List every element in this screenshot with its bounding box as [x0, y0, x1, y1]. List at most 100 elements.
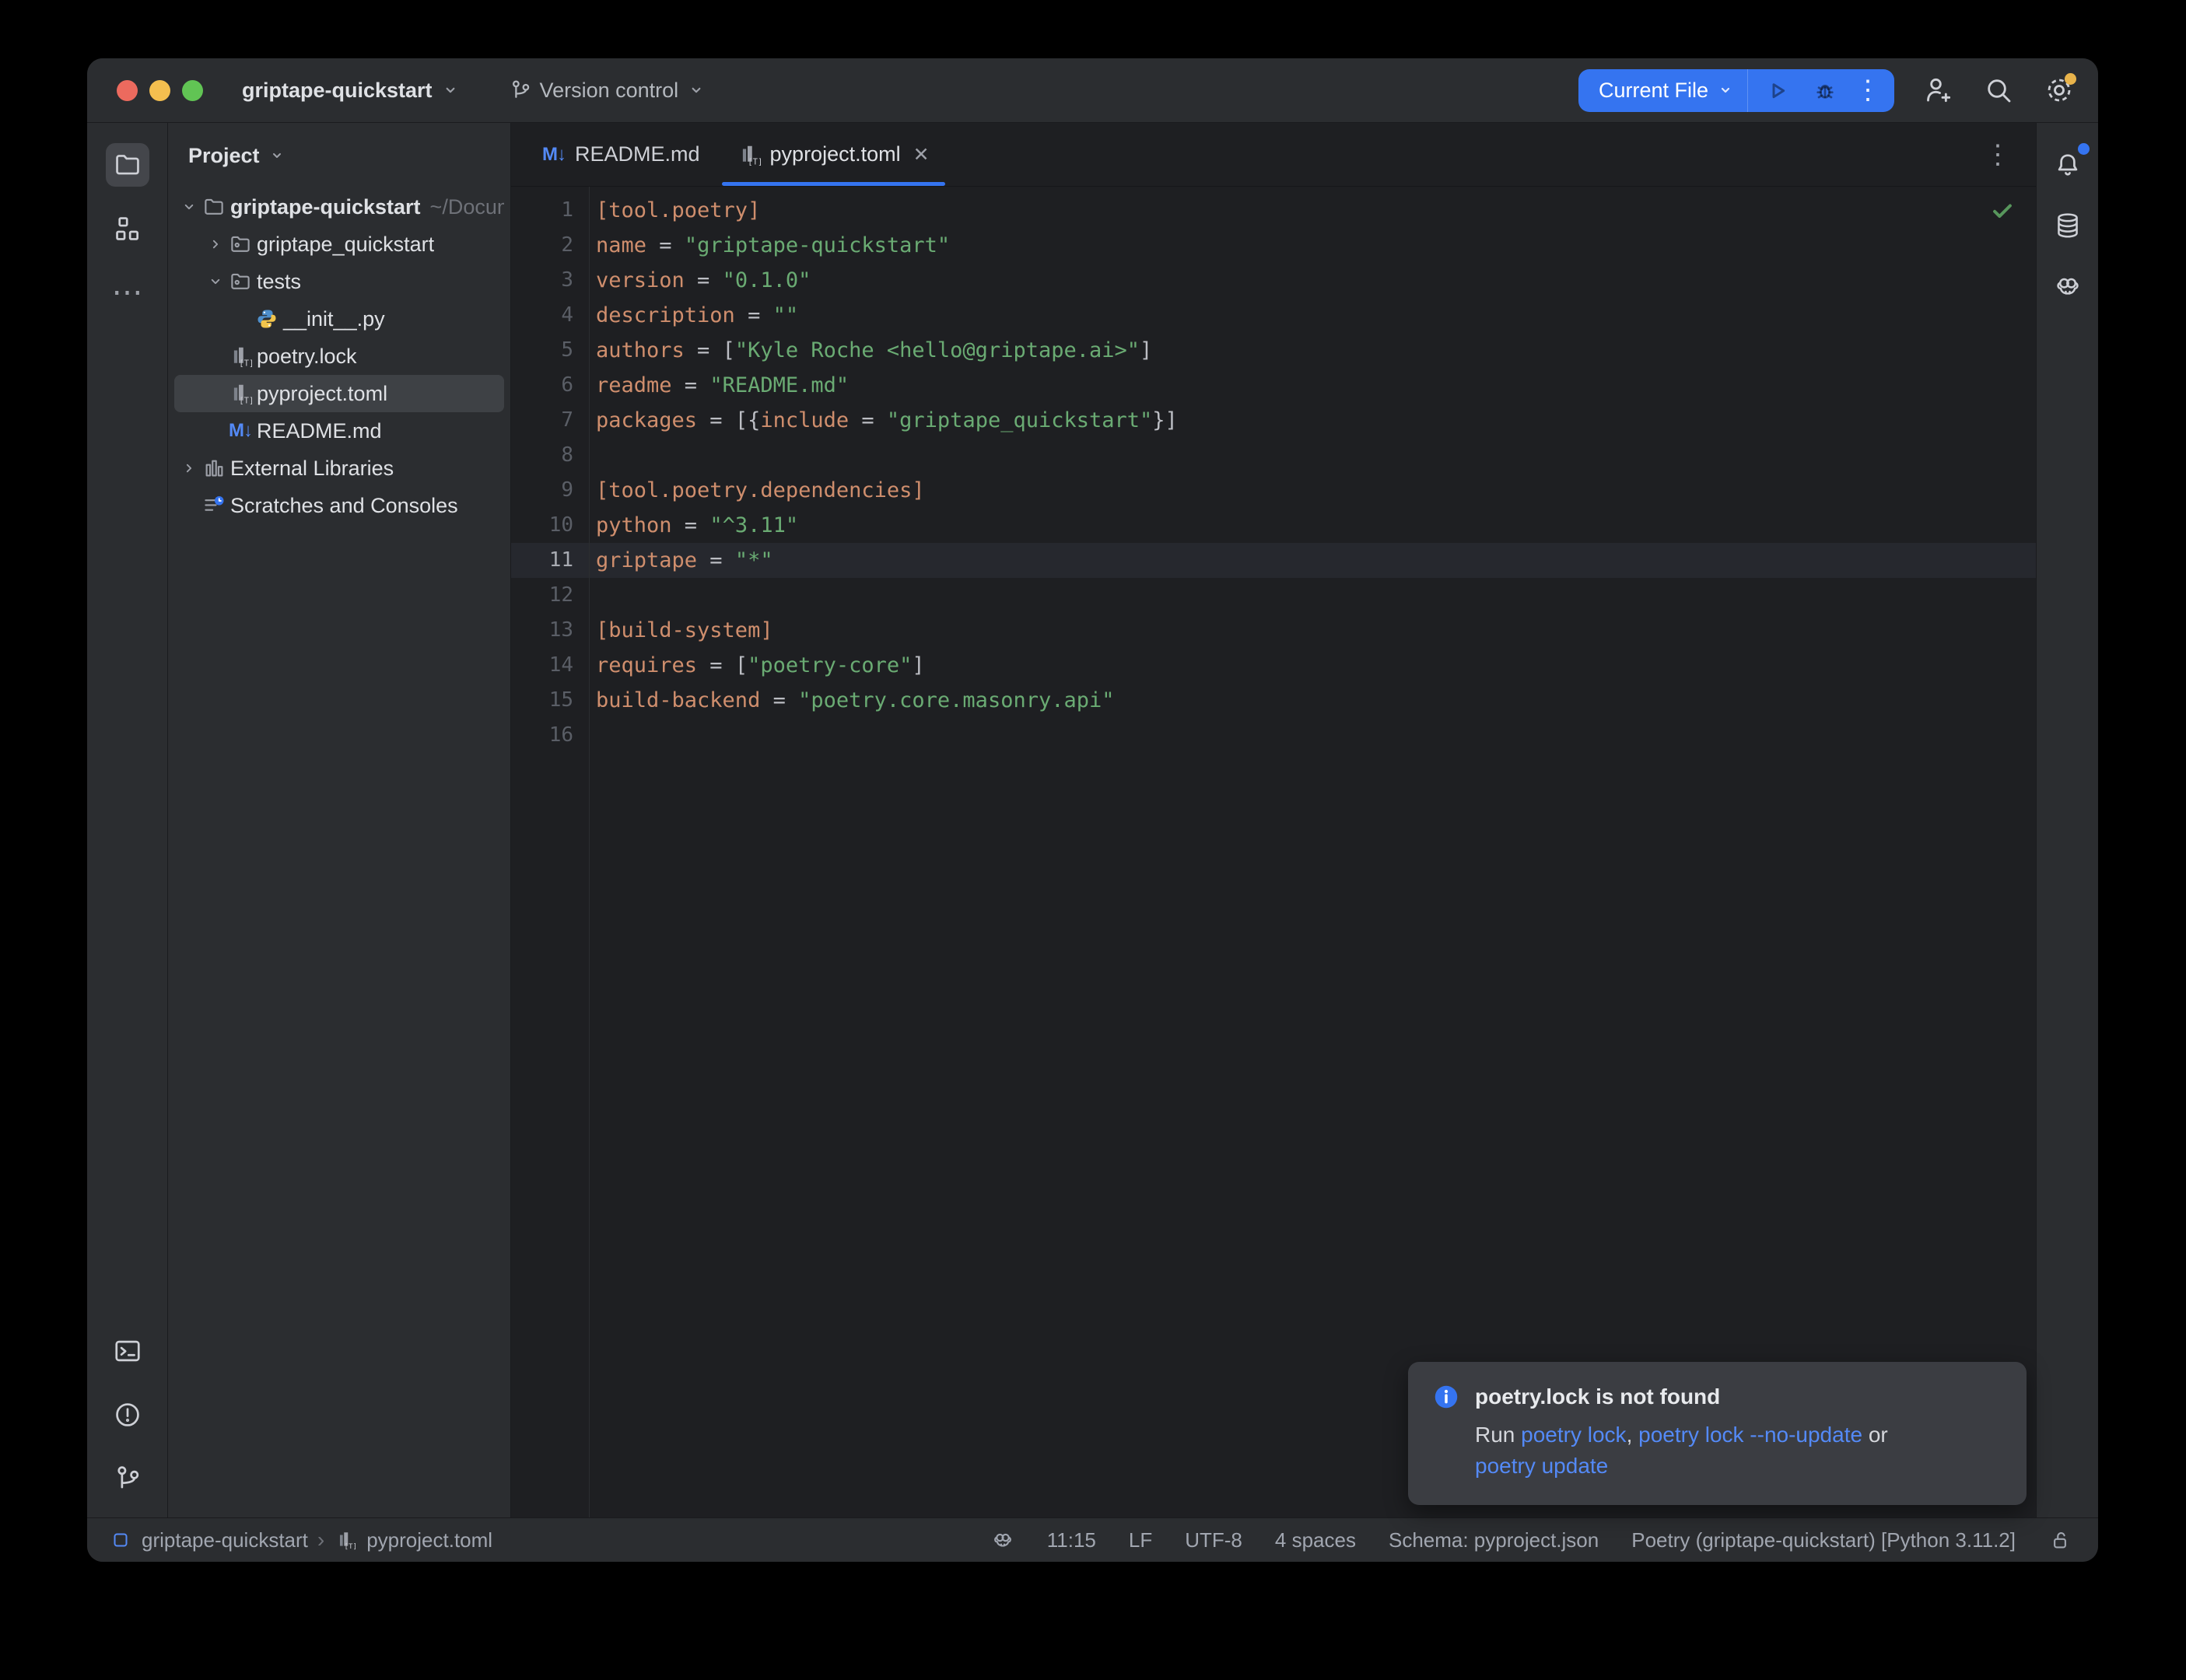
tree-item-init-py[interactable]: __init__.py	[174, 300, 504, 338]
structure-tool-button[interactable]	[106, 207, 149, 250]
breadcrumb-project[interactable]: griptape-quickstart	[142, 1528, 308, 1552]
tree-item-pyproject-toml[interactable]: [T] pyproject.toml	[174, 375, 504, 412]
svg-text:[T]: [T]	[239, 396, 252, 406]
editor-options-kebab-icon[interactable]: ⋮	[1960, 139, 2036, 170]
tree-item-readme-md[interactable]: M↓ README.md	[174, 412, 504, 450]
database-tool-icon[interactable]	[2049, 207, 2086, 244]
chevron-right-icon: ›	[317, 1528, 324, 1552]
code-line-9[interactable]: [tool.poetry.dependencies]	[596, 473, 2036, 508]
editor-area: M↓ README.md [T] pyproject.toml ✕ ⋮ 1234…	[511, 123, 2036, 1517]
chevron-down-icon[interactable]	[177, 195, 201, 219]
more-tool-windows-button[interactable]: ⋯	[106, 271, 149, 314]
chevron-down-icon[interactable]	[1716, 81, 1735, 100]
project-tool-button[interactable]	[106, 143, 149, 187]
tab-readme[interactable]: M↓ README.md	[524, 123, 719, 186]
vcs-widget[interactable]: Version control	[509, 79, 707, 103]
notification-title: poetry.lock is not found	[1475, 1384, 1720, 1409]
tree-item-poetry-lock[interactable]: [T] poetry.lock	[174, 338, 504, 375]
schema-widget[interactable]: Schema: pyproject.json	[1389, 1528, 1599, 1552]
line-number-11: 11	[511, 543, 589, 578]
search-icon[interactable]	[1981, 73, 2016, 107]
tab-label: pyproject.toml	[770, 142, 901, 166]
minimize-window-button[interactable]	[149, 80, 170, 101]
code-line-2[interactable]: name = "griptape-quickstart"	[596, 228, 2036, 263]
markdown-file-icon: M↓	[229, 419, 252, 443]
line-number-10: 10	[511, 508, 589, 543]
close-tab-icon[interactable]: ✕	[913, 143, 930, 166]
code-line-13[interactable]: [build-system]	[596, 613, 2036, 648]
tree-item-griptape-quickstart[interactable]: griptape-quickstart~/Docume	[174, 188, 504, 226]
ai-assistant-status-icon[interactable]	[991, 1528, 1014, 1552]
tab-label: README.md	[575, 142, 700, 166]
code-line-6[interactable]: readme = "README.md"	[596, 368, 2036, 403]
indent-widget[interactable]: 4 spaces	[1275, 1528, 1356, 1552]
breadcrumb-file[interactable]: pyproject.toml	[366, 1528, 492, 1552]
svg-text:[T]: [T]	[748, 156, 761, 166]
left-tool-strip: ⋯	[87, 123, 168, 1517]
code-line-7[interactable]: packages = [{include = "griptape_quickst…	[596, 403, 2036, 438]
tree-item-griptape-quickstart[interactable]: griptape_quickstart	[174, 226, 504, 263]
add-user-icon[interactable]	[1921, 73, 1955, 107]
unlock-icon[interactable]	[2048, 1528, 2072, 1552]
code-content[interactable]: [tool.poetry]name = "griptape-quickstart…	[590, 187, 2036, 1517]
line-number-12: 12	[511, 578, 589, 613]
code-line-15[interactable]: build-backend = "poetry.core.masonry.api…	[596, 683, 2036, 718]
notification-text: Run	[1475, 1423, 1521, 1447]
code-line-12[interactable]	[596, 578, 2036, 613]
code-line-11[interactable]: griptape = "*"	[596, 543, 2036, 578]
caret-position-widget[interactable]: 11:15	[1047, 1528, 1096, 1552]
code-line-1[interactable]: [tool.poetry]	[596, 193, 2036, 228]
chevron-right-icon[interactable]	[177, 457, 201, 480]
breadcrumb: griptape-quickstart › [T] pyproject.toml	[109, 1528, 492, 1552]
tree-item-label: pyproject.toml	[257, 382, 387, 406]
encoding-widget[interactable]: UTF-8	[1185, 1528, 1242, 1552]
code-line-8[interactable]	[596, 438, 2036, 473]
project-panel-header[interactable]: Project	[168, 123, 510, 188]
code-line-5[interactable]: authors = ["Kyle Roche <hello@griptape.a…	[596, 333, 2036, 368]
toml-icon: [T]	[229, 345, 252, 368]
project-panel-title: Project	[188, 144, 260, 168]
tab-pyproject[interactable]: [T] pyproject.toml ✕	[719, 123, 948, 186]
run-config-selector[interactable]: Current File	[1599, 79, 1708, 103]
notification-action-link[interactable]: poetry update	[1475, 1454, 1608, 1478]
notifications-bell-icon[interactable]	[2049, 146, 2086, 184]
code-line-4[interactable]: description = ""	[596, 298, 2036, 333]
debug-button[interactable]	[1801, 69, 1849, 112]
terminal-tool-button[interactable]	[106, 1329, 149, 1373]
status-bar: griptape-quickstart › [T] pyproject.toml…	[87, 1517, 2098, 1562]
settings-gear-icon[interactable]	[2042, 73, 2076, 107]
editor-gutter[interactable]: 12345678910111213141516	[511, 187, 590, 1517]
code-line-16[interactable]	[596, 718, 2036, 753]
python-icon	[255, 307, 279, 331]
interpreter-widget[interactable]: Poetry (griptape-quickstart) [Python 3.1…	[1631, 1528, 2016, 1552]
chevron-right-icon[interactable]	[204, 233, 227, 256]
tree-item-tests[interactable]: tests	[174, 263, 504, 300]
line-ending-widget[interactable]: LF	[1129, 1528, 1152, 1552]
line-number-6: 6	[511, 368, 589, 403]
code-line-3[interactable]: version = "0.1.0"	[596, 263, 2036, 298]
git-tool-button[interactable]	[106, 1457, 149, 1500]
notification-body: Run poetry lock, poetry lock --no-update…	[1475, 1419, 2003, 1482]
line-number-7: 7	[511, 403, 589, 438]
close-window-button[interactable]	[117, 80, 138, 101]
tree-item-label: griptape-quickstart	[230, 195, 421, 219]
settings-notification-badge	[2065, 73, 2076, 85]
code-line-10[interactable]: python = "^3.11"	[596, 508, 2036, 543]
zoom-window-button[interactable]	[182, 80, 203, 101]
code-line-14[interactable]: requires = ["poetry-core"]	[596, 648, 2036, 683]
chevron-down-icon[interactable]	[204, 270, 227, 293]
notification-action-link[interactable]: poetry lock --no-update	[1638, 1423, 1862, 1447]
project-switcher[interactable]: griptape-quickstart	[242, 79, 461, 103]
chevron-spacer	[204, 382, 227, 405]
inspections-ok-icon[interactable]	[1989, 198, 2016, 224]
tree-item-external-libraries[interactable]: External Libraries	[174, 450, 504, 487]
svg-text:[T]: [T]	[345, 1542, 356, 1550]
tree-item-scratches-and-consoles[interactable]: Scratches and Consoles	[174, 487, 504, 524]
tree-item-label: poetry.lock	[257, 345, 357, 369]
problems-tool-button[interactable]	[106, 1393, 149, 1437]
notifications-badge	[2078, 143, 2090, 155]
ai-assistant-icon[interactable]	[2049, 268, 2086, 305]
run-more-actions-button[interactable]: ⋮	[1849, 69, 1886, 112]
notification-action-link[interactable]: poetry lock	[1521, 1423, 1626, 1447]
run-button[interactable]	[1753, 69, 1801, 112]
